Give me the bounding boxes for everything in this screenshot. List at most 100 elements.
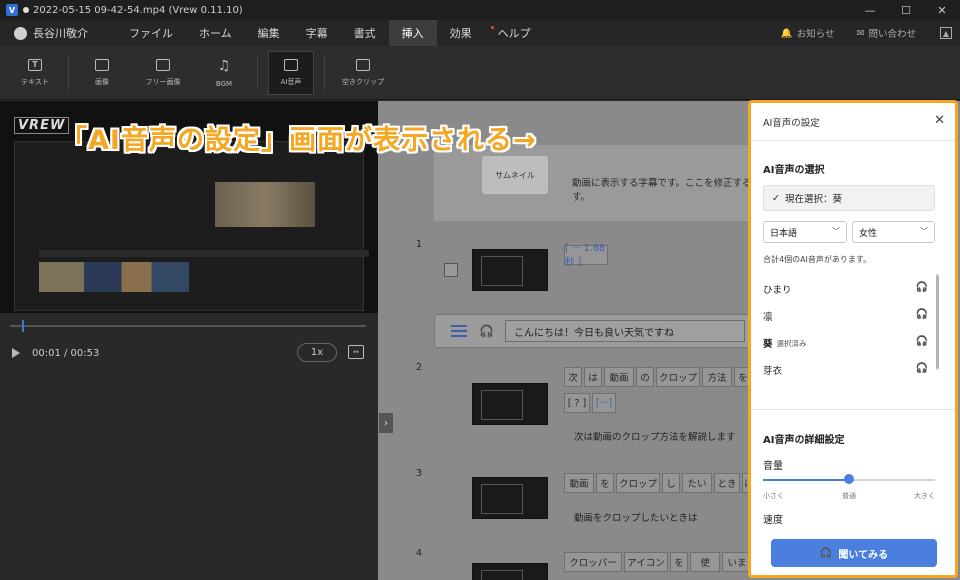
row-checkbox[interactable]: [444, 263, 458, 277]
minimize-button[interactable]: —: [852, 0, 888, 20]
preview-frame-toolbar: [39, 250, 369, 257]
row-sentence[interactable]: 次は動画のクロップ方法を解説します: [574, 429, 736, 443]
word-tag[interactable]: 方法: [702, 367, 732, 387]
app-logo-icon: V: [6, 4, 18, 16]
insert-free-image-button[interactable]: フリー画像: [135, 51, 191, 95]
row-number: 4: [416, 548, 423, 559]
word-tag[interactable]: を: [596, 473, 614, 493]
insert-text-button[interactable]: T テキスト: [12, 51, 58, 95]
word-tag[interactable]: し: [662, 473, 680, 493]
menu-home[interactable]: ホーム: [186, 20, 245, 46]
insert-blank-clip-button[interactable]: 空きクリップ: [335, 51, 391, 95]
silence-tag[interactable]: [ ··· 1.68秒 ]: [564, 243, 608, 268]
insert-ribbon: T テキスト 画像 フリー画像 ♫ BGM AI音声 空きクリップ: [0, 46, 960, 100]
insert-bgm-button[interactable]: ♫ BGM: [201, 51, 247, 95]
word-tag[interactable]: は: [584, 367, 602, 387]
row-sentence[interactable]: 動画をクロップしたいときは: [574, 510, 698, 524]
tool-label: テキスト: [21, 77, 49, 86]
voice-list-scrollbar[interactable]: [936, 275, 939, 369]
image-icon: [95, 58, 109, 71]
voice-item-himari[interactable]: ひまり 🎧: [763, 277, 928, 301]
preview-frame-thumbnail: [215, 182, 315, 227]
headphones-icon[interactable]: 🎧: [916, 309, 928, 320]
clip-thumbnail[interactable]: [472, 477, 548, 519]
section-divider: [751, 409, 955, 410]
thumbnail-button[interactable]: サムネイル: [482, 156, 548, 194]
volume-slider-fill: [763, 479, 849, 481]
word-tag[interactable]: を: [670, 552, 688, 572]
time-display: 00:01 / 00:53: [32, 347, 100, 359]
menu-insert[interactable]: 挿入: [388, 20, 437, 46]
word-tag[interactable]: クロップ: [616, 473, 660, 493]
headphones-icon[interactable]: 🎧: [479, 324, 494, 338]
unknown-tag[interactable]: [ ? ]: [564, 393, 590, 413]
speed-label: 速度: [763, 515, 783, 526]
insert-image-button[interactable]: 画像: [79, 51, 125, 95]
check-icon: ✓: [772, 192, 780, 204]
word-tag[interactable]: 動画: [564, 473, 594, 493]
menu-effects[interactable]: 効果: [437, 20, 485, 46]
headphones-icon[interactable]: 🎧: [916, 282, 928, 293]
maximize-button[interactable]: ☐: [888, 0, 924, 20]
ai-voice-settings-panel: AI音声の設定 ✕ AI音声の選択 ✓ 現在選択：葵 日本語 ﹀ 女性 ﹀ 合計…: [748, 100, 958, 578]
menu-file[interactable]: ファイル: [116, 20, 186, 46]
row-number: 2: [416, 362, 423, 373]
tool-label: AI音声: [280, 77, 302, 86]
word-tag[interactable]: とき: [714, 473, 740, 493]
word-tag[interactable]: クロップ: [656, 367, 700, 387]
user-account[interactable]: 長谷川敬介: [14, 25, 88, 41]
playback-controls: 00:01 / 00:53 1x ↔: [0, 341, 378, 365]
preview-frame-filmstrip: [39, 262, 189, 292]
menu-edit[interactable]: 編集: [245, 20, 293, 46]
silence-tag[interactable]: [···]: [592, 393, 616, 413]
contact-label: 問い合わせ: [868, 29, 916, 40]
ai-voice-text-input[interactable]: こんにちは！今日も良い天気ですね: [505, 320, 745, 342]
menu-help[interactable]: ヘルプ: [485, 20, 544, 46]
voice-item-aoi[interactable]: 葵 選択済み 🎧: [763, 331, 928, 355]
word-tag[interactable]: 動画: [604, 367, 634, 387]
language-select[interactable]: 日本語 ﹀: [763, 221, 847, 243]
insert-ai-voice-button[interactable]: AI音声: [268, 50, 314, 95]
clip-thumbnail[interactable]: [472, 383, 548, 425]
tick-label: 普通: [842, 492, 856, 500]
voice-item-rin[interactable]: 凛 🎧: [763, 304, 928, 328]
playback-speed-button[interactable]: 1x: [297, 343, 337, 362]
user-icon: [14, 26, 27, 40]
mail-icon: ✉: [856, 27, 865, 39]
blank-clip-icon: [356, 58, 370, 71]
close-icon[interactable]: ✕: [934, 113, 945, 128]
notifications-link[interactable]: 🔔 お知らせ: [781, 26, 835, 41]
chevron-down-icon: ﹀: [920, 227, 928, 236]
word-tag[interactable]: 使: [690, 552, 720, 572]
window-title: 2022-05-15 09-42-54.mp4 (Vrew 0.11.10): [33, 4, 243, 16]
contact-link[interactable]: ✉ 問い合わせ: [856, 26, 916, 41]
gender-select[interactable]: 女性 ﹀: [852, 221, 935, 243]
headphones-icon[interactable]: 🎧: [916, 336, 928, 347]
listen-button[interactable]: 🎧 聞いてみる: [771, 539, 937, 567]
clip-thumbnail[interactable]: [472, 249, 548, 291]
language-value: 日本語: [770, 228, 798, 239]
timeline-playhead[interactable]: [22, 320, 24, 332]
menu-subtitles[interactable]: 字幕: [293, 20, 341, 46]
volume-slider-handle[interactable]: [844, 474, 854, 484]
tool-label: フリー画像: [145, 77, 181, 86]
word-tag[interactable]: アイコン: [624, 552, 668, 572]
fit-screen-icon[interactable]: ↔: [348, 345, 364, 359]
headphones-icon[interactable]: 🎧: [916, 363, 928, 374]
collapse-preview-button[interactable]: ›: [379, 413, 393, 433]
voice-item-mei[interactable]: 芽衣 🎧: [763, 358, 928, 382]
unsaved-dot-icon: [23, 7, 29, 13]
clip-thumbnail[interactable]: [472, 563, 548, 580]
chevron-down-icon: ﹀: [832, 227, 840, 236]
ribbon-divider: [257, 55, 258, 90]
word-tag[interactable]: の: [636, 367, 654, 387]
menu-format[interactable]: 書式: [341, 20, 389, 46]
word-tag[interactable]: クロッパー: [564, 552, 622, 572]
upload-icon[interactable]: ▲: [940, 27, 952, 39]
timeline-track[interactable]: [10, 325, 366, 327]
word-tag[interactable]: 次: [564, 367, 582, 387]
word-tag[interactable]: たい: [682, 473, 712, 493]
sliders-icon[interactable]: [451, 325, 467, 337]
close-window-button[interactable]: ✕: [924, 0, 960, 20]
play-icon[interactable]: [12, 348, 20, 358]
